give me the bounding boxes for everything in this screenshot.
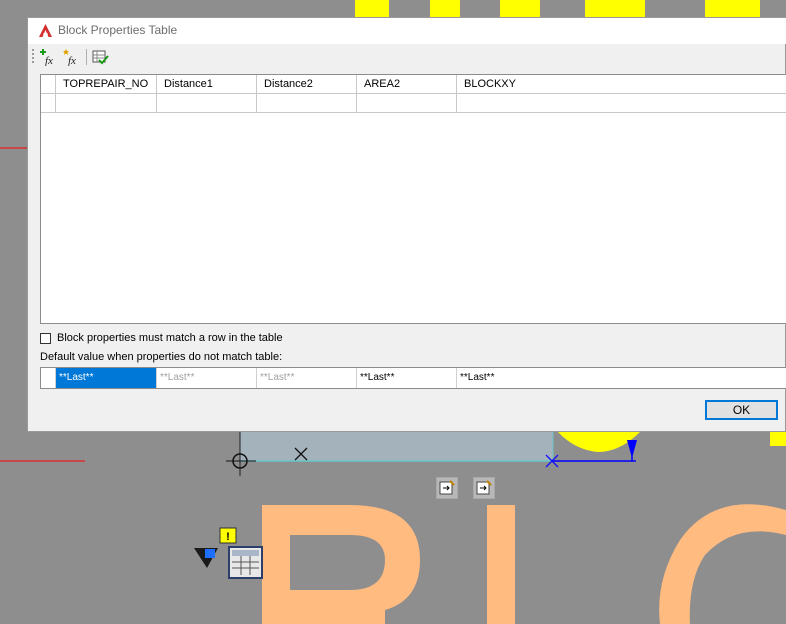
yellow-text-fragment — [585, 0, 645, 17]
add-properties-button[interactable]: fx — [38, 47, 58, 67]
yellow-text-fragment — [705, 0, 760, 17]
orange-letter-c — [659, 504, 786, 624]
default-values-row: **Last** **Last** **Last** **Last** **La… — [41, 368, 786, 388]
yellow-text-fragment — [500, 0, 540, 17]
toolbar-grip[interactable] — [32, 49, 34, 65]
table-cell[interactable] — [357, 94, 457, 113]
table-row — [41, 94, 786, 113]
audit-check-icon — [92, 50, 109, 65]
edit-block-icon — [476, 480, 492, 495]
dialog-title: Block Properties Table — [58, 23, 178, 37]
default-value-cell[interactable]: **Last** — [357, 368, 457, 388]
row-header[interactable] — [41, 94, 56, 113]
new-property-button[interactable]: fx — [61, 47, 81, 67]
column-header[interactable]: Distance2 — [257, 75, 357, 94]
row-header — [41, 368, 56, 388]
autocad-logo-icon — [39, 24, 52, 37]
column-header[interactable]: TOPREPAIR_NO — [56, 75, 157, 94]
table-cell[interactable] — [257, 94, 357, 113]
edit-attribute-button[interactable] — [436, 477, 458, 499]
default-values-label: Default value when properties do not mat… — [40, 351, 283, 363]
warning-badge-text: ! — [226, 531, 230, 543]
svg-text:fx: fx — [45, 55, 53, 66]
orange-letter-b — [262, 505, 420, 624]
default-values-table[interactable]: **Last** **Last** **Last** **Last** **La… — [40, 367, 786, 389]
table-cell[interactable] — [157, 94, 257, 113]
default-value-cell[interactable]: **Last** — [157, 368, 257, 388]
ok-button[interactable]: OK — [705, 400, 778, 420]
table-cell[interactable] — [457, 94, 786, 113]
table-cell[interactable] — [56, 94, 157, 113]
toolbar: fx fx — [28, 44, 786, 70]
orange-letter-l — [487, 505, 515, 624]
edit-block-icon — [439, 480, 455, 495]
match-row-label[interactable]: Block properties must match a row in the… — [57, 332, 283, 344]
match-row-checkbox[interactable] — [40, 332, 51, 344]
block-properties-dialog: Block Properties Table fx fx TOPREPAIR_N… — [27, 17, 786, 432]
arrow-grip-icon[interactable] — [627, 440, 637, 458]
column-header[interactable]: AREA2 — [357, 75, 457, 94]
new-user-parameter-fx-icon: fx — [63, 49, 76, 66]
table-header-row: TOPREPAIR_NO Distance1 Distance2 AREA2 B… — [41, 75, 786, 94]
default-value-cell[interactable]: **Last** — [56, 368, 157, 388]
lookup-grip-inner — [205, 549, 215, 558]
yellow-text-fragment — [355, 0, 389, 17]
add-property-fx-icon: fx — [40, 49, 53, 66]
title-bar[interactable]: Block Properties Table — [28, 18, 786, 44]
match-row-checkbox-row[interactable]: Block properties must match a row in the… — [40, 330, 283, 346]
row-header-corner — [41, 75, 56, 94]
yellow-text-fragment — [430, 0, 460, 17]
column-header[interactable]: Distance1 — [157, 75, 257, 94]
svg-text:fx: fx — [68, 55, 76, 66]
block-area — [240, 432, 553, 461]
audit-button[interactable] — [90, 47, 110, 67]
insert-attribute-button[interactable] — [473, 477, 495, 499]
default-value-cell[interactable]: **Last** — [257, 368, 357, 388]
yellow-text-fragment — [770, 432, 786, 446]
toolbar-separator — [86, 49, 87, 65]
default-value-cell[interactable]: **Last** — [457, 368, 786, 388]
properties-table[interactable]: TOPREPAIR_NO Distance1 Distance2 AREA2 B… — [40, 74, 786, 324]
block-table-icon[interactable] — [228, 546, 263, 579]
column-header[interactable]: BLOCKXY — [457, 75, 786, 94]
